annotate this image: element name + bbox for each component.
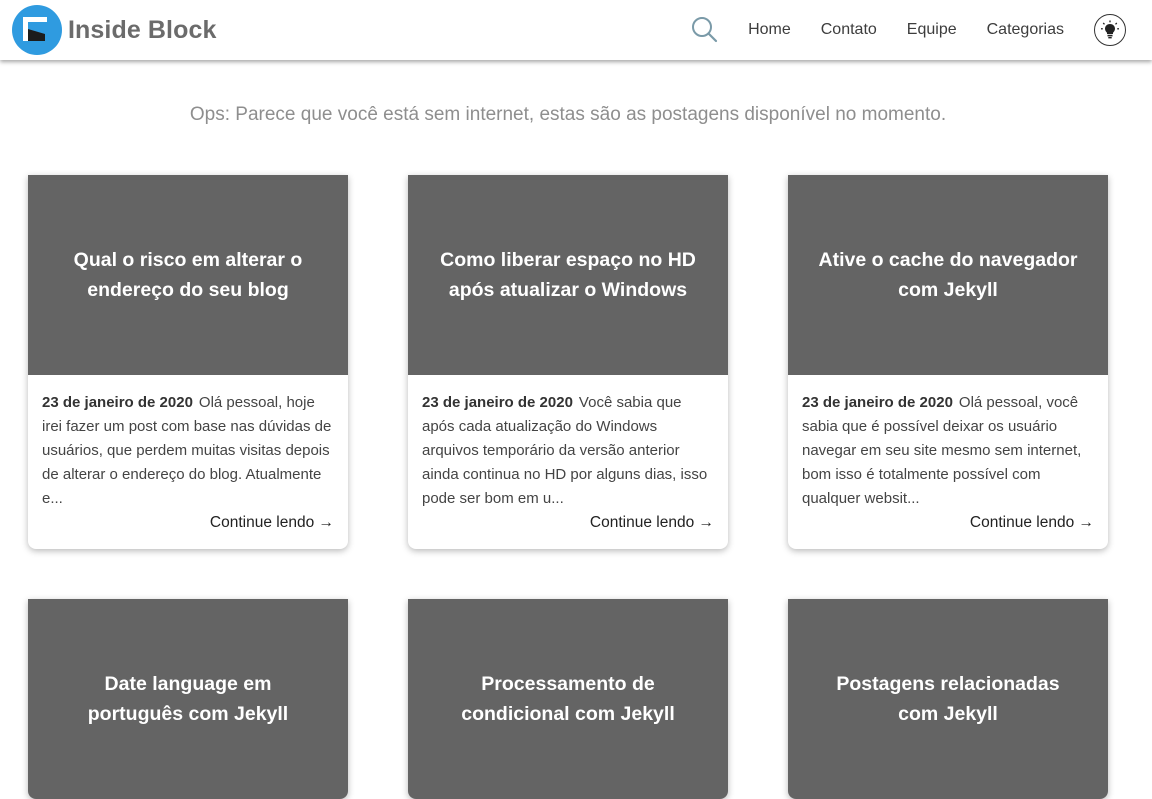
post-card: Postagens relacionadas com Jekyll [788,599,1108,799]
post-cover[interactable]: Ative o cache do navegador com Jekyll [788,175,1108,375]
post-date: 23 de janeiro de 2020 [42,394,193,411]
post-title: Processamento de condicional com Jekyll [461,673,675,725]
post-card: Qual o risco em alterar o endereço do se… [28,175,348,549]
post-summary: 23 de janeiro de 2020 Você sabia que após… [422,391,714,511]
post-card: Processamento de condicional com Jekyll [408,599,728,799]
post-title: Postagens relacionadas com Jekyll [836,673,1060,725]
main-nav: Home Contato Equipe Categorias [690,0,1126,60]
post-card: Date language em português com Jekyll [28,599,348,799]
continue-reading-link[interactable]: Continue lendo → [422,511,714,535]
continue-reading-link[interactable]: Continue lendo → [42,511,334,535]
post-body: 23 de janeiro de 2020 Olá pessoal, você s… [788,375,1108,549]
post-cover[interactable]: Processamento de condicional com Jekyll [408,599,728,799]
nav-team-link[interactable]: Equipe [907,21,957,39]
brand-link[interactable]: Inside Block [12,5,216,55]
post-date: 23 de janeiro de 2020 [422,394,573,411]
post-title: Date language em português com Jekyll [87,673,289,725]
post-title: Qual o risco em alterar o endereço do se… [73,249,303,301]
theme-toggle-button[interactable] [1094,14,1126,46]
post-body: 23 de janeiro de 2020 Você sabia que após… [408,375,728,549]
logo-icon [12,5,62,55]
post-card: Como liberar espaço no HD após atualizar… [408,175,728,549]
search-button[interactable] [690,15,720,45]
post-title: Ative o cache do navegador com Jekyll [818,249,1078,301]
search-icon [692,17,718,43]
post-date: 23 de janeiro de 2020 [802,394,953,411]
post-cover[interactable]: Postagens relacionadas com Jekyll [788,599,1108,799]
offline-notice: Ops: Parece que você está sem internet, … [189,104,947,125]
post-summary: 23 de janeiro de 2020 Olá pessoal, hoje i… [42,391,334,511]
nav-contact-link[interactable]: Contato [821,21,877,39]
site-header: Inside Block Home Contato Equipe Categor… [0,0,1152,60]
post-body: 23 de janeiro de 2020 Olá pessoal, hoje i… [28,375,348,549]
post-summary: 23 de janeiro de 2020 Olá pessoal, você s… [802,391,1094,511]
continue-reading-link[interactable]: Continue lendo → [802,511,1094,535]
brand-name: Inside Block [68,15,217,44]
nav-categories-link[interactable]: Categorias [987,21,1064,39]
post-card: Ative o cache do navegador com Jekyll 23… [788,175,1108,549]
post-title: Como liberar espaço no HD após atualizar… [440,249,696,301]
post-cover[interactable]: Qual o risco em alterar o endereço do se… [28,175,348,375]
post-cover[interactable]: Date language em português com Jekyll [28,599,348,799]
lightbulb-icon [1101,20,1119,39]
nav-home-link[interactable]: Home [748,21,791,39]
post-cover[interactable]: Como liberar espaço no HD após atualizar… [408,175,728,375]
